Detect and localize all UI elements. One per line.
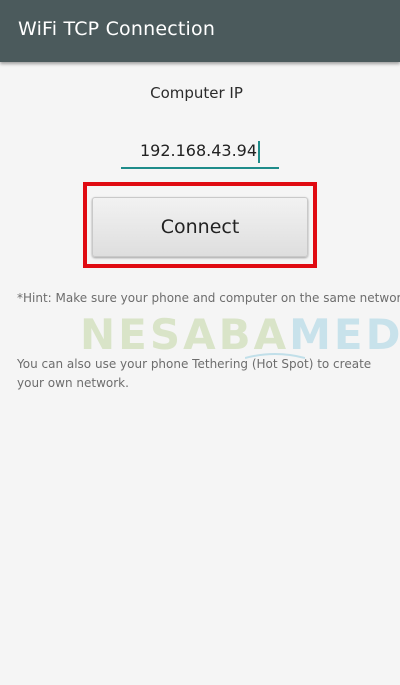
watermark-logo: NESABAMEDIA — [80, 310, 400, 360]
watermark-part2: MEDIA — [289, 310, 400, 359]
app-bar: WiFi TCP Connection — [0, 0, 400, 62]
tethering-info-text: You can also use your phone Tethering (H… — [17, 357, 372, 390]
app-title: WiFi TCP Connection — [18, 18, 216, 40]
connect-button[interactable]: Connect — [92, 197, 308, 257]
text-cursor — [258, 140, 261, 163]
hint-text: *Hint: Make sure your phone and computer… — [17, 291, 400, 305]
ip-address-input[interactable]: 192.168.43.94 — [121, 133, 279, 169]
computer-ip-label: Computer IP — [150, 84, 243, 102]
ip-address-value: 192.168.43.94 — [139, 141, 258, 160]
